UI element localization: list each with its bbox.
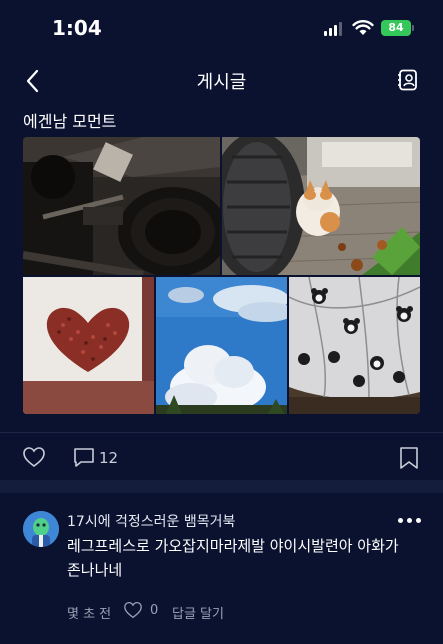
signal-icon — [324, 22, 344, 36]
divider — [0, 432, 443, 433]
photo-panda-umbrella[interactable] — [289, 277, 420, 414]
top-navigation-bar: 게시글 — [0, 60, 443, 100]
avatar[interactable] — [23, 511, 59, 547]
photo-gallery — [23, 137, 420, 414]
heart-icon[interactable] — [22, 446, 46, 468]
photo-leg-press[interactable] — [23, 137, 220, 275]
battery-icon: 84 — [381, 20, 411, 36]
battery-cap — [412, 25, 414, 31]
comment-author[interactable]: 17시에 걱정스러운 뱀목거북 — [67, 511, 235, 531]
status-bar: 1:04 84 — [0, 0, 443, 56]
comment-icon[interactable] — [72, 446, 96, 468]
photo-heart-gravel[interactable] — [23, 277, 154, 414]
profile-card-icon[interactable] — [396, 68, 420, 92]
photo-cat-tire[interactable] — [222, 137, 420, 275]
comment-time: 몇 초 전 — [67, 607, 112, 622]
more-options-icon[interactable] — [398, 517, 422, 525]
page-title: 게시글 — [196, 72, 247, 93]
reply-button[interactable]: 답글 달기 — [172, 603, 224, 622]
bookmark-icon[interactable] — [398, 446, 420, 470]
photo-sky-clouds[interactable] — [156, 277, 287, 414]
comment-meta: 몇 초 전 0 답글 달기 — [67, 601, 407, 623]
comment-heart-icon[interactable] — [123, 601, 143, 619]
post-title: 에겐남 모먼트 — [23, 112, 117, 131]
battery-level: 84 — [388, 21, 404, 34]
comment-count: 12 — [99, 449, 119, 467]
status-time: 1:04 — [52, 16, 102, 40]
section-separator — [0, 480, 443, 493]
comment-like-count: 0 — [150, 603, 159, 618]
post-actions: 12 — [0, 444, 443, 474]
comment-text: 레그프레스로 가오잡지마라제발 야이시발련아 아화가존나나네 — [67, 537, 399, 579]
wifi-icon — [352, 20, 374, 35]
